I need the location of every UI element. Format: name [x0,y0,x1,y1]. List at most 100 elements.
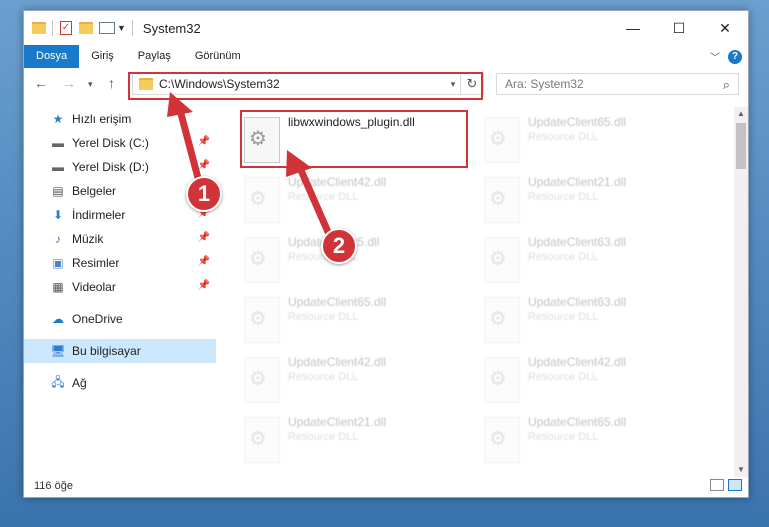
dll-file-icon: ⚙ [244,177,280,223]
file-item[interactable]: ⚙ UpdateClient42.dll Resource DLL [224,353,454,409]
nav-item-label: Videolar [72,280,116,294]
file-item[interactable]: ⚙ UpdateClient63.dll Resource DLL [464,293,694,349]
address-history-chevron-icon[interactable]: ▾ [446,79,460,90]
view-icon[interactable] [99,22,115,34]
nav-item-pictures[interactable]: ▣ Resimler 📌 [24,251,216,275]
file-item[interactable]: ⚙ UpdateClient65.dll Resource DLL [224,293,454,349]
nav-item-network[interactable]: 🖧 Ağ [24,371,216,395]
step-2-badge: 2 [321,228,357,264]
window-title: System32 [142,20,201,36]
nav-item-label: Yerel Disk (C:) [72,136,149,150]
dll-file-icon: ⚙ [244,297,280,343]
file-item[interactable]: ⚙ UpdateClient42.dll Resource DLL [224,173,454,229]
pin-icon[interactable]: 📌 [198,136,210,147]
dll-file-icon: ⚙ [484,417,520,463]
address-path[interactable]: C:\Windows\System32 [159,77,446,91]
file-type: Resource DLL [288,191,359,203]
file-name: UpdateClient63.dll [528,295,627,309]
tab-gorunum[interactable]: Görünüm [183,45,253,68]
refresh-icon[interactable]: ↻ [460,74,483,94]
item-count: 116 öğe [34,480,73,492]
nav-item-music[interactable]: ♪ Müzik 📌 [24,227,216,251]
file-type: Resource DLL [528,251,599,263]
pin-icon[interactable]: 📌 [198,160,210,171]
download-icon: ⬇ [52,208,64,222]
nav-item-label: Hızlı erişim [72,112,132,126]
file-type: Resource DLL [528,191,599,203]
pin-icon[interactable]: 📌 [198,232,210,243]
ribbon-right: ﹀ ? [710,49,742,64]
dll-file-icon: ⚙ [484,357,520,403]
file-name: UpdateClient63.dll [528,235,627,249]
file-type: Resource DLL [528,371,599,383]
file-name: UpdateClient42.dll [528,355,627,369]
details-view-icon[interactable] [710,479,724,491]
file-item[interactable]: ⚙ UpdateClient65.dll Resource DLL [464,113,694,169]
explorer-window: ✓ ▼ System32 — ☐ ✕ Dosya Giriş Paylaş Gö… [23,10,749,498]
tab-paylas[interactable]: Paylaş [126,45,183,68]
forward-arrow-icon[interactable]: → [62,75,76,91]
back-arrow-icon[interactable]: ← [34,75,48,91]
properties-icon[interactable]: ✓ [59,21,73,35]
file-type: Resource DLL [288,431,359,443]
file-item-highlighted[interactable]: ⚙ libwxwindows_plugin.dll [224,113,454,169]
address-bar[interactable]: C:\Windows\System32 ▾ ↻ [132,73,484,95]
dll-file-icon: ⚙ [244,417,280,463]
computer-icon: 🖥 [50,344,66,358]
nav-item-label: Ağ [72,376,87,390]
nav-item-downloads[interactable]: ⬇ İndirmeler 📌 [24,203,216,227]
up-arrow-icon[interactable]: ↑ [108,75,115,91]
drive-icon: ▬ [52,160,64,174]
file-list: ⚙ libwxwindows_plugin.dll ⚙ UpdateClient… [224,107,734,477]
video-icon: ▦ [52,280,64,294]
tiles-view-icon[interactable] [728,479,742,491]
address-row: ← → ▾ ↑ C:\Windows\System32 ▾ ↻ Ara: Sys… [24,72,748,98]
navigation-pane: ★ Hızlı erişim ▬ Yerel Disk (C:) 📌 ▬ Yer… [24,107,216,477]
file-name: UpdateClient65.dll [528,415,627,429]
dll-file-icon: ⚙ [484,297,520,343]
search-input[interactable]: Ara: System32 ⌕ [496,73,739,95]
file-type: Resource DLL [528,311,599,323]
pin-icon[interactable]: 📌 [198,256,210,267]
file-type: Resource DLL [288,371,359,383]
nav-item-quick-access[interactable]: ★ Hızlı erişim [24,107,216,131]
vertical-scrollbar[interactable]: ▲ ▼ [734,107,748,477]
customize-toolbar-chevron-icon[interactable]: ▼ [117,23,126,33]
new-folder-icon[interactable] [79,21,93,35]
file-item[interactable]: ⚙ UpdateClient63.dll Resource DLL [464,233,694,289]
search-placeholder: Ara: System32 [505,77,584,91]
file-item[interactable]: ⚙ UpdateClient42.dll Resource DLL [464,353,694,409]
expand-ribbon-chevron-icon[interactable]: ﹀ [710,49,720,64]
file-name: UpdateClient65.dll [288,295,387,309]
folder-icon [139,78,153,90]
view-buttons [706,479,742,491]
pin-icon[interactable]: 📌 [198,280,210,291]
scrollbar-thumb[interactable] [736,123,746,169]
recent-locations-chevron-icon[interactable]: ▾ [88,79,93,90]
nav-item-label: Yerel Disk (D:) [72,160,149,174]
minimize-button[interactable]: — [610,11,656,45]
nav-item-label: İndirmeler [72,208,126,222]
close-button[interactable]: ✕ [702,11,748,45]
dll-file-icon: ⚙ [244,357,280,403]
file-type: Resource DLL [528,131,599,143]
scroll-up-icon[interactable]: ▲ [734,107,748,121]
file-item[interactable]: ⚙ UpdateClient21.dll Resource DLL [224,413,454,469]
file-item[interactable]: ⚙ UpdateClient65.dll Resource DLL [464,413,694,469]
cloud-icon: ☁ [52,312,64,326]
help-button[interactable]: ? [728,49,742,64]
tab-dosya[interactable]: Dosya [24,45,80,68]
nav-item-disk-c[interactable]: ▬ Yerel Disk (C:) 📌 [24,131,216,155]
tab-giris[interactable]: Giriş [79,45,126,68]
step-1-badge: 1 [186,176,222,212]
dll-file-icon: ⚙ [484,177,520,223]
ribbon-tabs: Dosya Giriş Paylaş Görünüm ﹀ ? [24,45,748,68]
nav-item-this-pc[interactable]: 🖥 Bu bilgisayar [24,339,216,363]
file-item[interactable]: ⚙ UpdateClient21.dll Resource DLL [464,173,694,229]
nav-item-onedrive[interactable]: ☁ OneDrive [24,307,216,331]
nav-item-disk-d[interactable]: ▬ Yerel Disk (D:) 📌 [24,155,216,179]
maximize-button[interactable]: ☐ [656,11,702,45]
nav-item-label: Bu bilgisayar [72,344,141,358]
nav-item-label: Resimler [72,256,120,270]
nav-item-videos[interactable]: ▦ Videolar 📌 [24,275,216,299]
